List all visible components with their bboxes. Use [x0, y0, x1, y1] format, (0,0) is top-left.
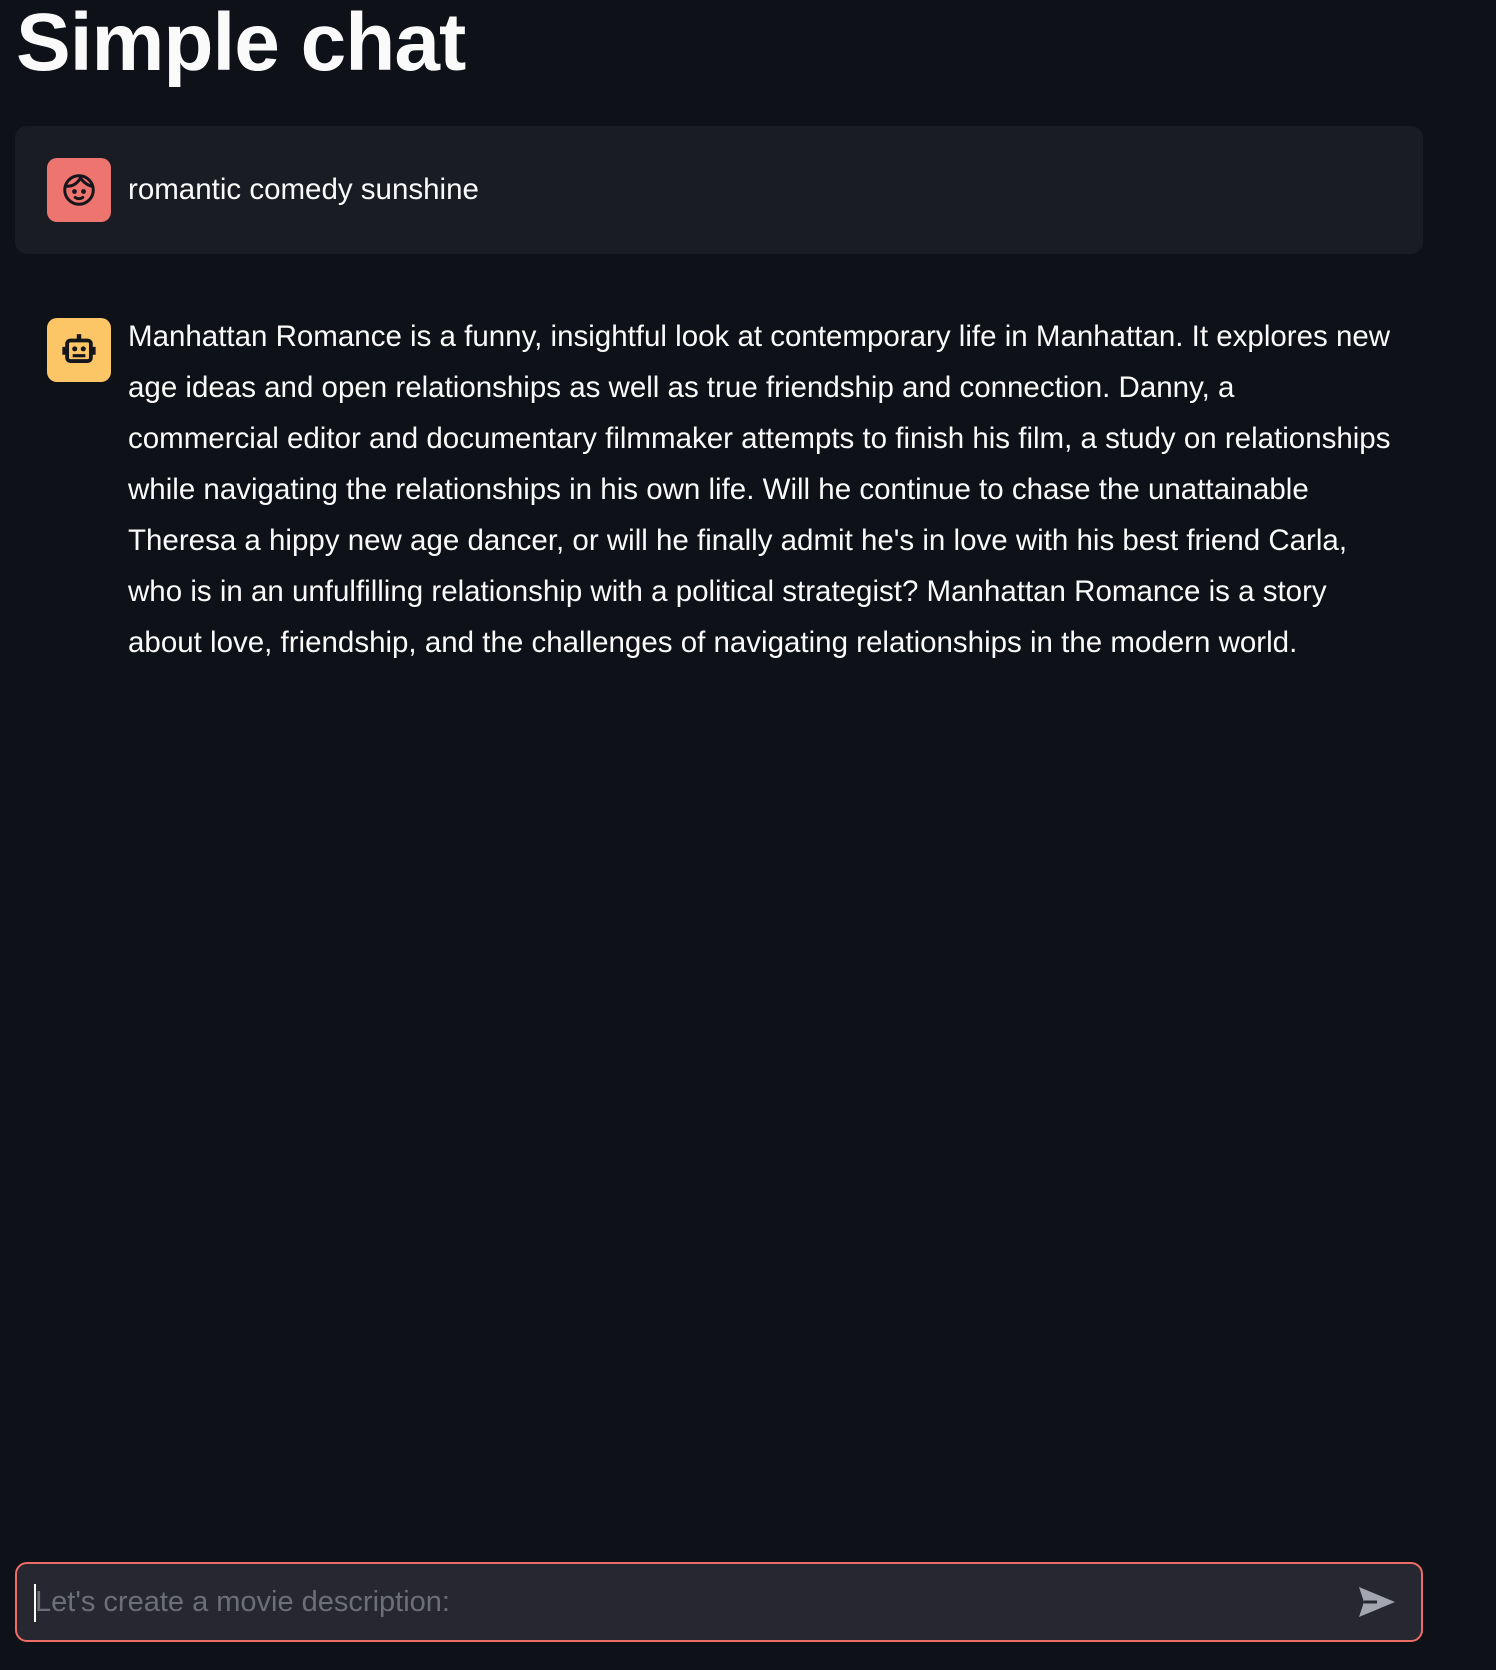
chat-input[interactable]: [17, 1564, 1347, 1640]
user-avatar: [47, 158, 111, 222]
send-button[interactable]: [1347, 1572, 1407, 1632]
user-message-text: romantic comedy sunshine: [128, 173, 479, 206]
page-title: Simple chat: [16, 0, 466, 88]
robot-icon: [62, 334, 96, 363]
chat-message-assistant: Manhattan Romance is a funny, insightful…: [15, 286, 1423, 700]
chat-message-user: romantic comedy sunshine: [15, 126, 1423, 254]
text-cursor: [34, 1584, 36, 1622]
face-icon: [63, 174, 95, 206]
assistant-avatar: [47, 318, 111, 382]
send-icon: [1359, 1587, 1395, 1617]
chat-input-container: [15, 1562, 1423, 1642]
assistant-message-text: Manhattan Romance is a funny, insightful…: [128, 320, 1391, 659]
